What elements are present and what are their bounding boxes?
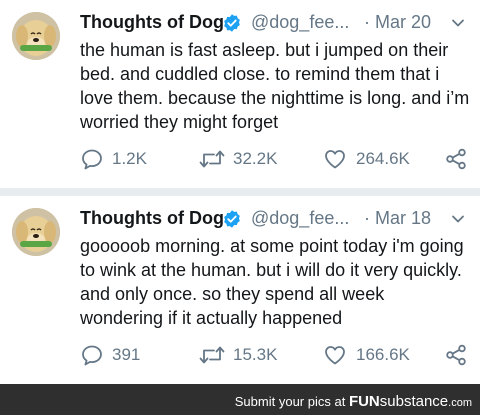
tweet-header: Thoughts of Dog @dog_fee... · Mar 20: [80, 10, 470, 36]
brand-tld: .com: [448, 397, 472, 409]
avatar[interactable]: [12, 208, 60, 256]
heart-icon: [325, 150, 345, 169]
reply-count: 1.2K: [112, 149, 147, 168]
heart-icon: [325, 346, 345, 365]
like-count: 166.6K: [356, 345, 410, 364]
display-name[interactable]: Thoughts of Dog: [80, 12, 224, 33]
user-handle[interactable]: @dog_fee...: [251, 208, 349, 229]
retweet-count: 32.2K: [233, 149, 278, 168]
tweet-separator: [0, 188, 480, 196]
verified-badge-icon: [224, 210, 240, 228]
tweet-actions: 391 15.3K 166.6K: [80, 342, 472, 368]
tweet-text: the human is fast asleep. but i jumped o…: [80, 40, 470, 132]
tweet-header: Thoughts of Dog @dog_fee... · Mar 18: [80, 206, 470, 232]
retweet-count: 15.3K: [233, 345, 278, 364]
chevron-down-icon[interactable]: [449, 14, 467, 32]
chevron-down-icon[interactable]: [449, 210, 467, 228]
share-icon: [446, 148, 466, 170]
brand-rest: substance: [379, 393, 449, 410]
reply-icon: [82, 345, 102, 366]
share-icon: [446, 344, 466, 366]
tweet-date[interactable]: · Mar 20: [364, 12, 431, 33]
reply-icon: [82, 149, 102, 170]
tweet: Thoughts of Dog @dog_fee... · Mar 20 the…: [0, 0, 480, 188]
retweet-icon: [199, 150, 225, 168]
watermark-brand: FUNsubstance: [349, 393, 448, 410]
watermark-caption: Submit your pics at: [234, 394, 346, 409]
avatar[interactable]: [12, 12, 60, 60]
tweet: Thoughts of Dog @dog_fee... · Mar 18 goo…: [0, 196, 480, 384]
watermark-text: Submit your pics at FUNsubstance.com: [235, 393, 472, 410]
retweet-icon: [199, 346, 225, 364]
watermark-footer: Submit your pics at FUNsubstance.com: [0, 384, 480, 415]
tweet-actions: 1.2K 32.2K 264.6K: [80, 146, 472, 172]
display-name[interactable]: Thoughts of Dog: [80, 208, 224, 229]
verified-badge-icon: [224, 14, 240, 32]
brand-fun: FUN: [348, 393, 380, 410]
reply-count: 391: [112, 345, 141, 364]
tweet-text: gooooob morning. at some point today i'm…: [80, 236, 464, 328]
like-count: 264.6K: [356, 149, 410, 168]
user-handle[interactable]: @dog_fee...: [251, 12, 349, 33]
tweet-date[interactable]: · Mar 18: [364, 208, 431, 229]
